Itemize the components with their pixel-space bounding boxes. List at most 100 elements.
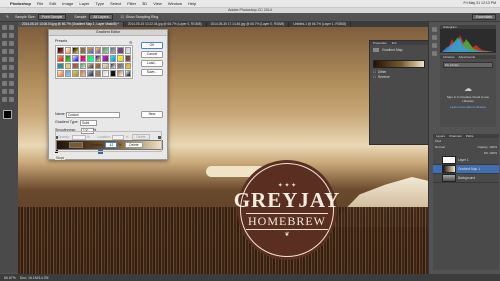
gradient-preset-swatch[interactable] [124, 47, 131, 54]
opacity-input[interactable] [71, 134, 86, 140]
menu-3d[interactable]: 3D [142, 1, 147, 6]
gradient-preset-swatch[interactable] [64, 54, 71, 62]
eyedropper-icon[interactable]: ✎ [6, 15, 9, 19]
gradient-preset-swatch[interactable] [79, 62, 86, 70]
show-ring-checkbox[interactable]: ☑ [121, 15, 124, 19]
gradient-preset-swatch[interactable] [72, 47, 79, 54]
tab-properties[interactable]: Properties [373, 41, 387, 45]
lasso-tool-icon[interactable] [2, 33, 7, 38]
menu-type[interactable]: Type [95, 1, 104, 6]
libraries-learn-link[interactable]: Learn more about Libraries [440, 105, 496, 109]
gradient-preset-swatch[interactable] [102, 62, 109, 70]
blur-tool-icon[interactable] [2, 73, 7, 78]
layer-row[interactable]: Background [433, 174, 499, 183]
menu-clock[interactable]: Fri May 31 12:13 PM [464, 1, 496, 5]
dither-option[interactable]: ☐ Dither [373, 70, 386, 74]
gradient-preset-swatch[interactable] [94, 54, 101, 62]
gradient-preset-swatch[interactable] [72, 62, 79, 70]
filter-kind[interactable]: Kind [435, 139, 441, 143]
ok-button[interactable]: OK [141, 42, 163, 49]
gradient-preset-swatch[interactable] [57, 62, 64, 70]
brush-tool-icon[interactable] [9, 49, 14, 54]
layer-fill[interactable]: Fill: 100% [484, 151, 497, 155]
menu-help[interactable]: Help [188, 1, 196, 6]
shape-tool-icon[interactable] [9, 89, 14, 94]
eraser-tool-icon[interactable] [2, 65, 7, 70]
pen-tool-icon[interactable] [2, 81, 7, 86]
gradient-preset-swatch[interactable] [72, 54, 79, 62]
gradient-preset-swatch[interactable] [102, 54, 109, 62]
tab-channels[interactable]: Channels [449, 134, 462, 138]
gradient-preset-swatch[interactable] [124, 70, 131, 77]
workspace-select[interactable]: Essentials [472, 14, 496, 20]
swatches-panel-icon[interactable] [432, 43, 437, 48]
zoom-level[interactable]: 66.67% [4, 276, 16, 280]
gradient-preset-swatch[interactable] [117, 54, 124, 62]
gradient-map-preview[interactable] [373, 60, 425, 68]
load-button[interactable]: Load... [141, 60, 163, 67]
gradient-preset-swatch[interactable] [79, 54, 86, 62]
menu-edit[interactable]: Edit [49, 1, 56, 6]
gradient-name-input[interactable]: Custom [66, 112, 120, 118]
gradient-preset-swatch[interactable] [57, 70, 64, 77]
crop-tool-icon[interactable] [2, 41, 7, 46]
tab-info[interactable]: Info [392, 41, 397, 45]
gradient-preset-swatch[interactable] [124, 54, 131, 62]
menu-view[interactable]: View [153, 1, 162, 6]
gradient-preset-swatch[interactable] [102, 47, 109, 54]
gradient-preset-swatch[interactable] [87, 54, 94, 62]
menu-file[interactable]: File [37, 1, 43, 6]
new-button[interactable]: New [141, 111, 163, 118]
opacity-location-input[interactable] [112, 134, 125, 140]
cancel-button[interactable]: Cancel [141, 51, 163, 58]
gradient-preset-swatch[interactable] [117, 70, 124, 77]
sample-select[interactable]: All Layers [89, 14, 113, 20]
gradient-preset-swatch[interactable] [94, 62, 101, 70]
gradient-preset-swatch[interactable] [64, 70, 71, 77]
gradient-preset-swatch[interactable] [124, 62, 131, 70]
stamp-tool-icon[interactable] [2, 57, 7, 62]
type-tool-icon[interactable] [9, 81, 14, 86]
marquee-tool-icon[interactable] [9, 25, 14, 30]
dodge-tool-icon[interactable] [9, 73, 14, 78]
gradient-type-select[interactable]: Solid [80, 120, 97, 126]
color-location-input[interactable]: 42 [105, 142, 118, 148]
eyedropper-tool-icon[interactable] [9, 41, 14, 46]
gradient-preset-swatch[interactable] [87, 70, 94, 77]
menu-image[interactable]: Image [62, 1, 73, 6]
gradient-preset-swatch[interactable] [102, 70, 109, 77]
gradient-preset-swatch[interactable] [109, 62, 116, 70]
history-panel-icon[interactable] [432, 27, 437, 32]
gradient-preset-swatch[interactable] [79, 47, 86, 54]
dither-checkbox[interactable]: ☐ [373, 70, 376, 74]
menu-layer[interactable]: Layer [79, 1, 89, 6]
tab-libraries[interactable]: Libraries [443, 55, 455, 59]
menu-photoshop[interactable]: Photoshop [10, 1, 31, 6]
color-delete-button[interactable]: Delete [125, 142, 143, 148]
gradient-preset-swatch[interactable] [79, 70, 86, 77]
history-brush-tool-icon[interactable] [9, 57, 14, 62]
tab-adjustments[interactable]: Adjustments [459, 55, 476, 59]
menu-filter[interactable]: Filter [127, 1, 136, 6]
tab-layers[interactable]: Layers [436, 134, 445, 138]
gradient-preset-swatch[interactable] [117, 47, 124, 54]
gradient-tool-icon[interactable] [9, 65, 14, 70]
gradient-preset-swatch[interactable] [72, 70, 79, 77]
blend-mode-select[interactable]: Normal [435, 145, 445, 149]
layer-row[interactable]: Layer 1 [433, 156, 499, 165]
gradient-preset-swatch[interactable] [94, 47, 101, 54]
gradient-preset-swatch[interactable] [109, 70, 116, 77]
foreground-color-swatch[interactable] [3, 110, 12, 119]
library-select[interactable]: My Library [443, 62, 493, 68]
sample-size-select[interactable]: Point Sample [37, 14, 67, 20]
gradient-preset-swatch[interactable] [57, 54, 64, 62]
gradient-preset-swatch[interactable] [64, 47, 71, 54]
path-select-tool-icon[interactable] [2, 89, 7, 94]
layer-row-selected[interactable]: Gradient Map 1 [433, 165, 499, 174]
gradient-preset-swatch[interactable] [109, 47, 116, 54]
move-tool-icon[interactable] [2, 25, 7, 30]
styles-panel-icon[interactable] [432, 51, 437, 56]
layer-opacity[interactable]: Opacity: 100% [477, 145, 497, 149]
reverse-checkbox[interactable]: ☐ [373, 75, 376, 79]
gradient-preset-swatch[interactable] [117, 62, 124, 70]
